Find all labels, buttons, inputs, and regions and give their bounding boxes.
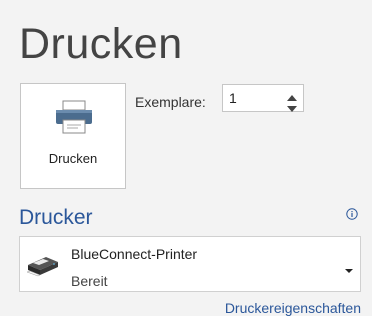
printer-section-title: Drucker xyxy=(19,206,93,229)
print-button-label: Drucken xyxy=(48,151,98,166)
printer-select-dropdown[interactable]: BlueConnect-Printer Bereit xyxy=(19,236,361,292)
printer-device-icon xyxy=(24,253,60,282)
chevron-down-icon xyxy=(344,261,354,279)
info-icon[interactable] xyxy=(346,207,358,225)
page-title: Drucken xyxy=(19,20,183,68)
printer-name: BlueConnect-Printer xyxy=(71,246,198,262)
copies-label: Exemplare: xyxy=(135,94,206,110)
printer-status: Bereit xyxy=(71,273,108,289)
chevron-down-icon[interactable] xyxy=(286,100,298,112)
copies-stepper[interactable]: 1 xyxy=(222,84,304,112)
chevron-up-icon[interactable] xyxy=(286,89,298,101)
print-button[interactable]: Drucken xyxy=(20,83,126,189)
printer-properties-link[interactable]: Druckereigenschaften xyxy=(225,300,361,316)
copies-value[interactable]: 1 xyxy=(229,90,237,106)
printer-icon xyxy=(54,100,94,139)
